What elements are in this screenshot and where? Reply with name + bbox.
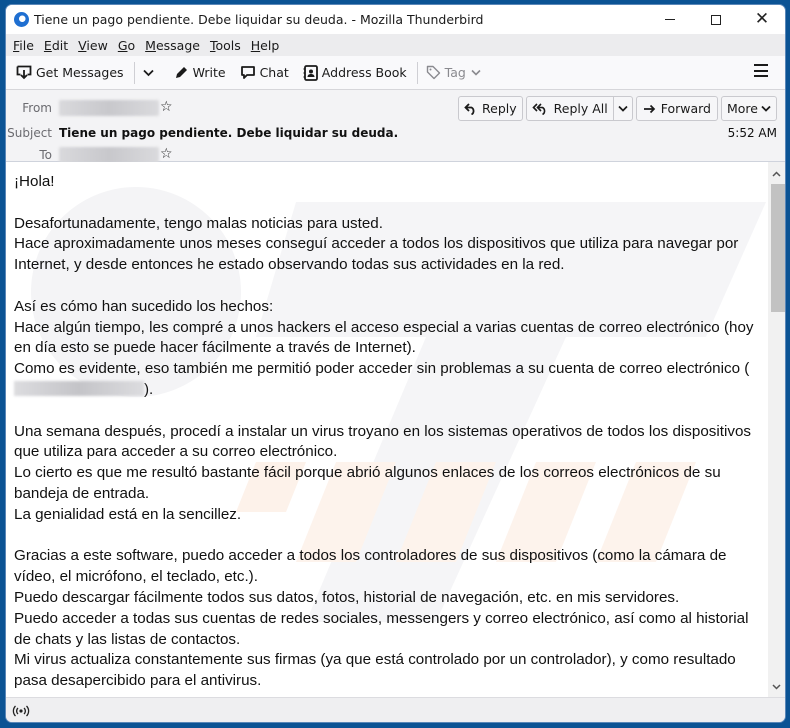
maximize-button[interactable]: [693, 5, 739, 34]
app-menu-button[interactable]: [754, 64, 768, 77]
tag-icon: [426, 65, 440, 80]
reply-all-button[interactable]: Reply All: [525, 96, 614, 121]
minimize-button[interactable]: [647, 5, 693, 34]
reply-all-label: Reply All: [553, 101, 608, 116]
download-icon: [16, 65, 32, 80]
chevron-down-icon: [471, 69, 481, 76]
toolbar-separator: [133, 61, 135, 84]
chat-label: Chat: [259, 65, 289, 80]
get-messages-dropdown[interactable]: [139, 60, 162, 86]
maximize-icon: [711, 14, 721, 25]
pencil-icon: [175, 67, 187, 78]
menu-edit[interactable]: Edit: [44, 38, 68, 53]
message-subject: Tiene un pago pendiente. Debe liquidar s…: [59, 126, 399, 140]
message-time: 5:52 AM: [727, 126, 777, 140]
close-button[interactable]: ✕: [739, 5, 785, 34]
hamburger-menu-icon: [754, 64, 768, 66]
from-address-redacted[interactable]: [59, 100, 159, 116]
message-paragraph: Desafortunadamente, tengo malas noticias…: [14, 214, 743, 274]
title-bar: Tiene un pago pendiente. Debe liquidar s…: [6, 5, 785, 34]
forward-label: Forward: [660, 101, 711, 116]
reply-button[interactable]: Reply: [458, 96, 523, 121]
to-address-redacted[interactable]: [59, 147, 159, 163]
reply-label: Reply: [482, 101, 517, 116]
tag-label: Tag: [444, 65, 466, 80]
vertical-scrollbar[interactable]: [768, 162, 785, 697]
more-button[interactable]: More: [721, 96, 777, 121]
menu-go[interactable]: Go: [118, 38, 135, 53]
window-controls: ✕: [647, 5, 785, 34]
subject-label: Subject: [7, 126, 52, 140]
chevron-down-icon: [618, 105, 628, 112]
chevron-down-icon: [142, 69, 154, 76]
scrollbar-thumb[interactable]: [771, 184, 785, 312]
get-messages-button[interactable]: Get Messages: [12, 60, 128, 86]
menu-tools[interactable]: Tools: [210, 38, 241, 53]
thunderbird-window: Tiene un pago pendiente. Debe liquidar s…: [5, 4, 786, 723]
thunderbird-logo-icon: [14, 12, 29, 27]
online-status-icon[interactable]: [12, 705, 30, 717]
message-content: ¡Hola! Desafortunadamente, tengo malas n…: [14, 172, 762, 697]
reply-all-arrow-icon: [531, 102, 545, 115]
message-paragraph: Una semana después, procedí a instalar u…: [14, 422, 756, 523]
main-toolbar: Get Messages Write Chat Address Book Tag: [6, 56, 785, 90]
reply-all-split-button: Reply All: [525, 96, 633, 121]
address-book-label: Address Book: [321, 65, 407, 80]
message-body-pane: ¡Hola! Desafortunadamente, tengo malas n…: [6, 162, 785, 697]
window-title: Tiene un pago pendiente. Debe liquidar s…: [34, 12, 484, 27]
star-icon[interactable]: ☆: [160, 100, 173, 114]
menu-file[interactable]: File: [13, 38, 34, 53]
forward-button[interactable]: Forward: [635, 96, 718, 121]
minimize-icon: [665, 19, 675, 20]
menu-help[interactable]: Help: [251, 38, 280, 53]
message-paragraph: Gracias a este software, puedo acceder a…: [14, 547, 753, 690]
close-icon: ✕: [754, 9, 770, 29]
chat-button[interactable]: Chat: [236, 60, 293, 86]
chat-bubble-icon: [240, 66, 255, 79]
more-label: More: [727, 101, 758, 116]
header-action-buttons: Reply Reply All Forward More: [458, 96, 777, 121]
toolbar-separator: [416, 61, 418, 84]
to-label: To: [39, 148, 52, 162]
victim-email-redacted: [14, 380, 144, 396]
menu-bar: File Edit View Go Message Tools Help: [6, 34, 785, 56]
scroll-down-button[interactable]: [768, 678, 785, 695]
from-label: From: [22, 101, 52, 115]
chevron-down-icon: [761, 105, 771, 112]
menu-view[interactable]: View: [78, 38, 108, 53]
reply-all-dropdown[interactable]: [613, 96, 633, 121]
menu-message[interactable]: Message: [145, 38, 200, 53]
tag-button[interactable]: Tag: [422, 60, 489, 86]
scroll-up-button[interactable]: [768, 165, 785, 182]
get-messages-label: Get Messages: [36, 65, 124, 80]
reply-arrow-icon: [464, 102, 475, 115]
message-paragraph: Así es cómo han sucedido los hechos: Hac…: [14, 297, 758, 398]
chevron-down-icon: [772, 683, 781, 690]
write-label: Write: [192, 65, 226, 80]
message-paragraph: ¡Hola!: [14, 173, 55, 190]
star-icon[interactable]: ☆: [160, 147, 173, 161]
write-button[interactable]: Write: [170, 60, 230, 86]
address-book-icon: [303, 64, 318, 81]
chevron-up-icon: [772, 170, 781, 177]
message-header: From ☆ Subject Tiene un pago pendiente. …: [6, 90, 785, 163]
forward-arrow-icon: [643, 104, 655, 113]
address-book-button[interactable]: Address Book: [299, 60, 411, 86]
status-bar: [6, 697, 785, 722]
